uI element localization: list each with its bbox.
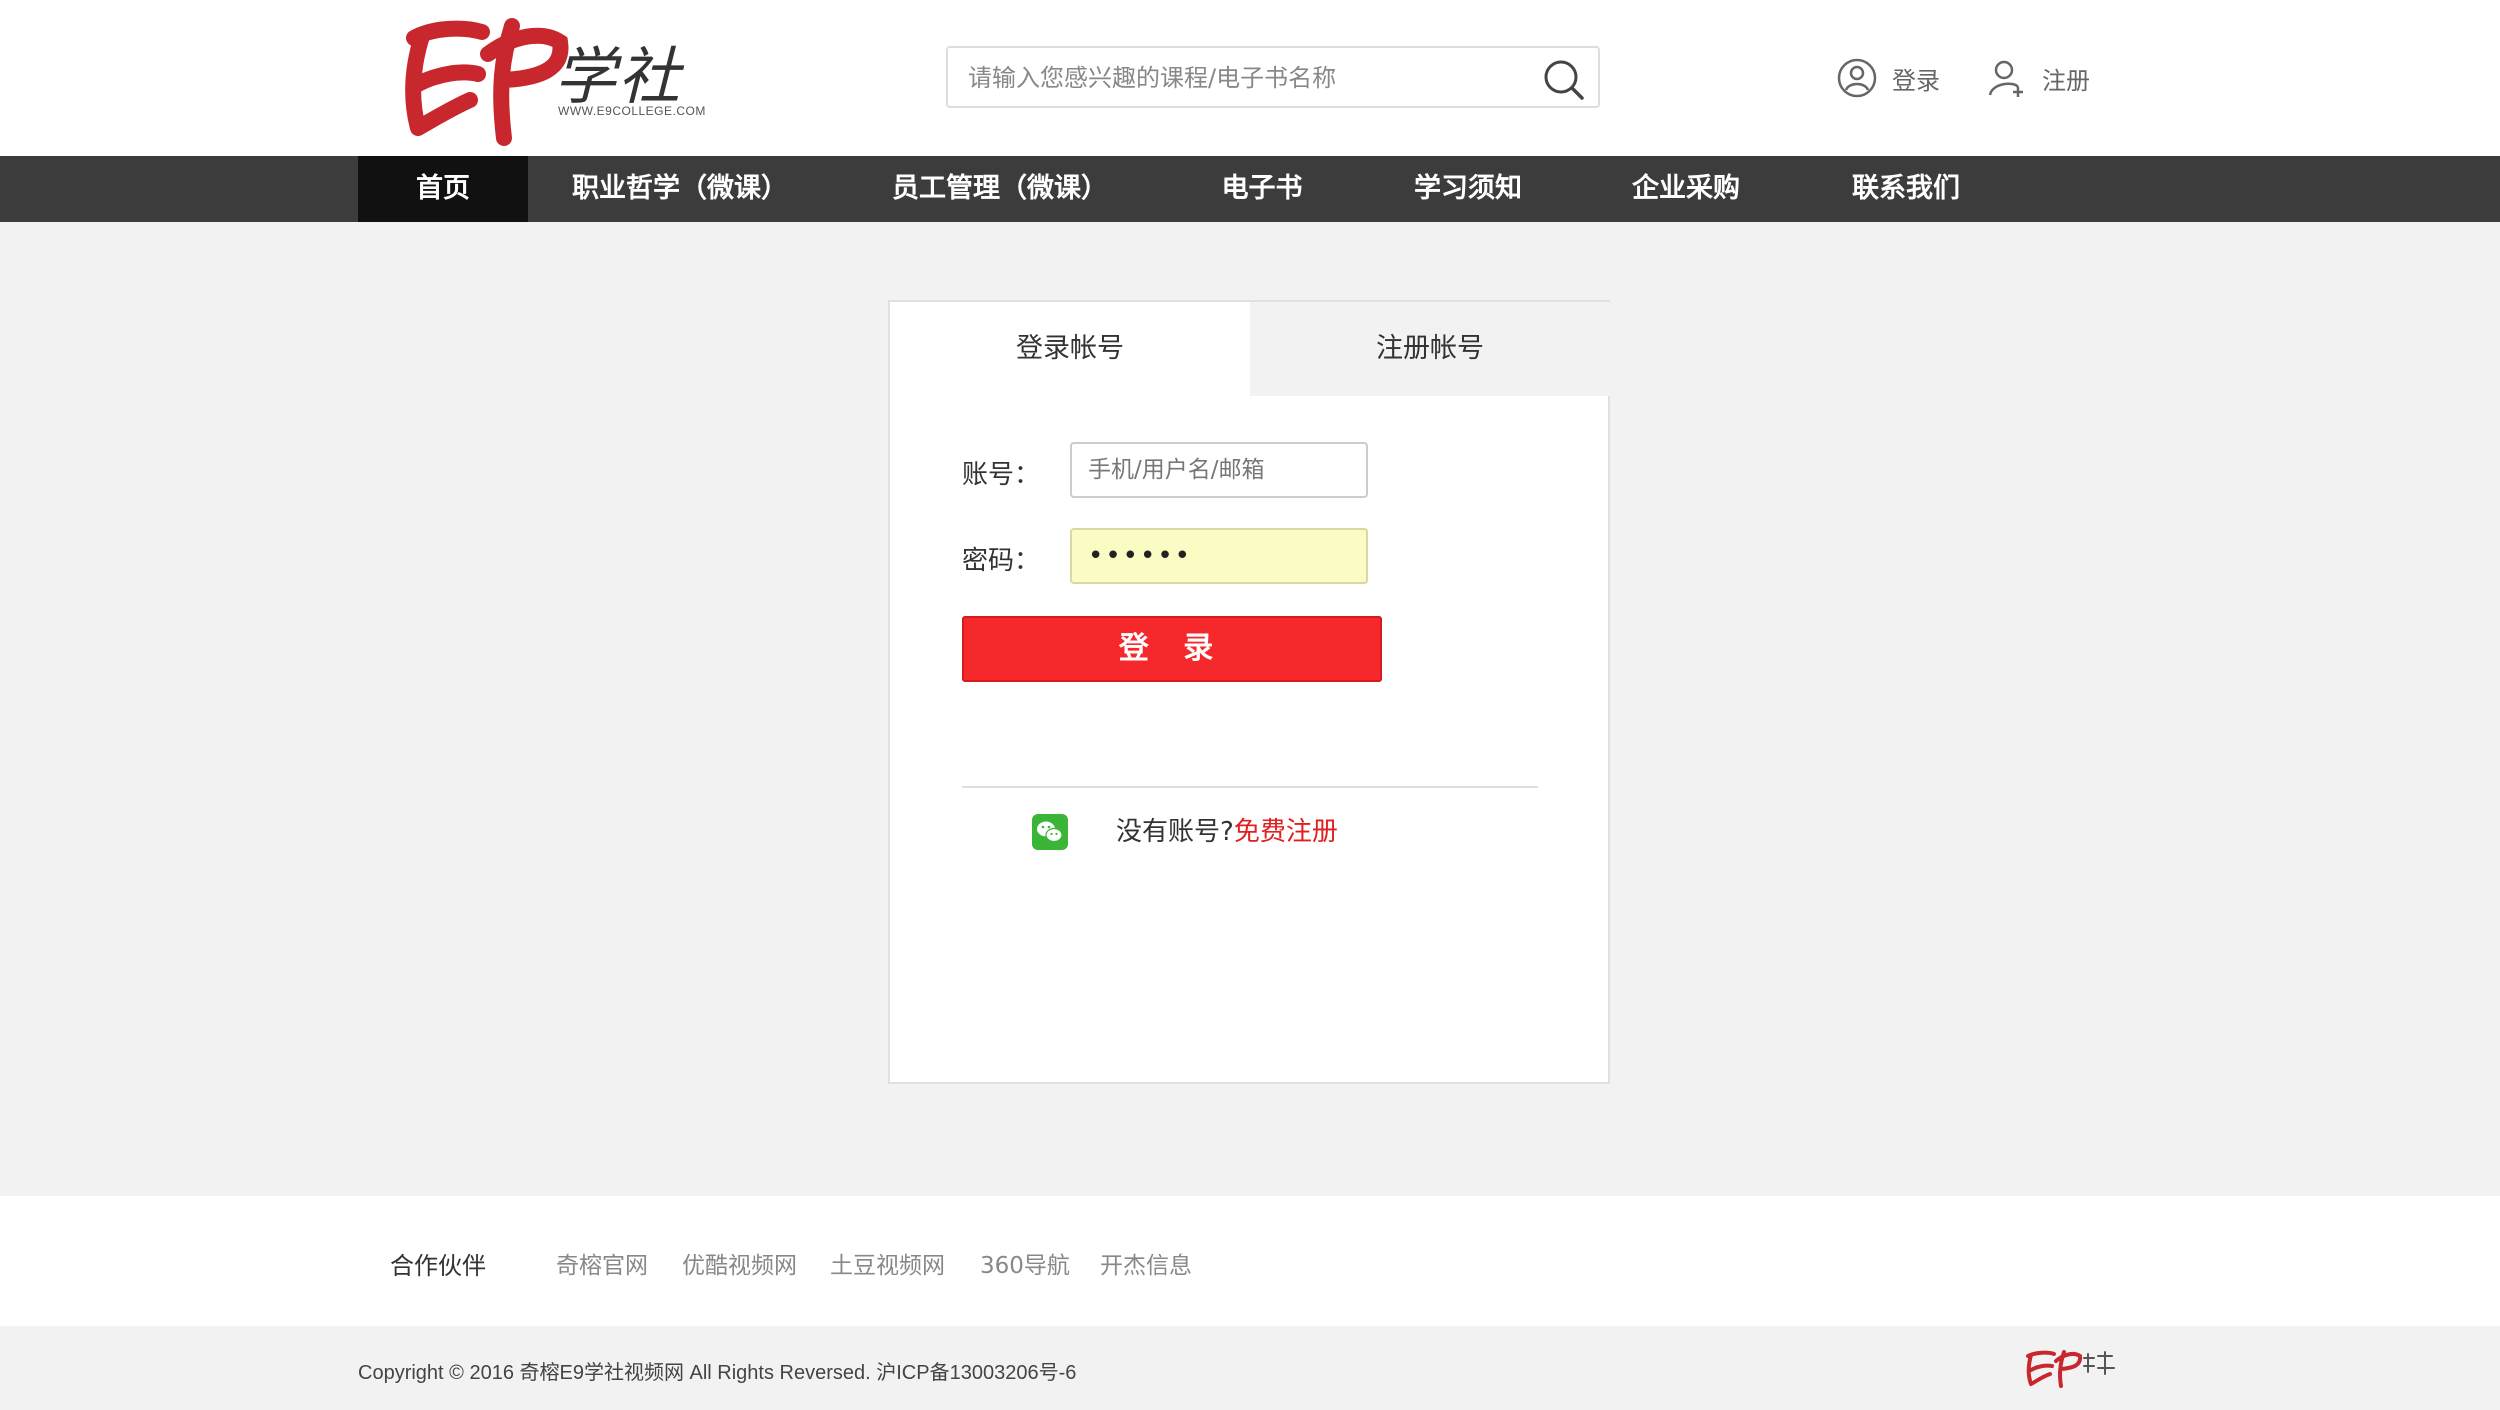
nav-item-career-philosophy[interactable]: 职业哲学（微课） bbox=[560, 156, 800, 222]
search-icon[interactable] bbox=[1542, 58, 1584, 100]
copyright-text: Copyright © 2016 奇榕E9学社视频网 All Rights Re… bbox=[358, 1362, 1077, 1384]
nav-item-contact-us[interactable]: 联系我们 bbox=[1838, 156, 1974, 222]
logo-e9-mark bbox=[405, 18, 569, 146]
partner-link-youku[interactable]: 优酷视频网 bbox=[682, 1246, 797, 1280]
search-input[interactable] bbox=[966, 58, 1530, 98]
free-register-link[interactable]: 免费注册 bbox=[1234, 817, 1338, 847]
password-field[interactable] bbox=[1070, 528, 1368, 584]
partner-link-tudou[interactable]: 土豆视频网 bbox=[830, 1246, 945, 1280]
footer-logo bbox=[2026, 1350, 2115, 1388]
header-login-label: 登录 bbox=[1892, 66, 1940, 95]
login-button[interactable]: 登 录 bbox=[962, 616, 1382, 682]
partners-bar: 合作伙伴 奇榕官网 优酷视频网 土豆视频网 360导航 开杰信息 bbox=[0, 1196, 2500, 1326]
partner-link-qirong[interactable]: 奇榕官网 bbox=[556, 1246, 648, 1280]
user-circle-icon bbox=[1837, 58, 1877, 98]
account-label: 账号： bbox=[962, 460, 1041, 490]
partner-link-kaijie[interactable]: 开杰信息 bbox=[1100, 1246, 1192, 1280]
wechat-icon[interactable] bbox=[1032, 814, 1068, 850]
logo-url: WWW.E9COLLEGE.COM bbox=[558, 104, 706, 118]
partners-title: 合作伙伴 bbox=[390, 1252, 486, 1280]
divider bbox=[962, 786, 1538, 788]
header: 学社 WWW.E9COLLEGE.COM 登录 注册 bbox=[0, 0, 2500, 156]
nav-item-study-notes[interactable]: 学习须知 bbox=[1400, 156, 1536, 222]
tab-register-account[interactable]: 注册帐号 bbox=[1250, 302, 1610, 396]
nav-item-enterprise-purchase[interactable]: 企业采购 bbox=[1618, 156, 1754, 222]
header-login-link[interactable]: 登录 bbox=[1836, 58, 1940, 98]
password-label: 密码： bbox=[962, 546, 1041, 576]
tab-login-account[interactable]: 登录帐号 bbox=[890, 302, 1250, 396]
header-register-link[interactable]: 注册 bbox=[1986, 58, 2090, 98]
no-account-text: 没有账号? bbox=[1116, 817, 1234, 847]
site-logo[interactable]: 学社 WWW.E9COLLEGE.COM bbox=[392, 8, 712, 148]
login-card: 登录帐号 注册帐号 账号： 密码： 登 录 没有账号?免费注册 bbox=[888, 300, 1610, 1084]
nav-item-staff-management[interactable]: 员工管理（微课） bbox=[880, 156, 1120, 222]
footer: Copyright © 2016 奇榕E9学社视频网 All Rights Re… bbox=[0, 1326, 2500, 1410]
logo-text: 学社 bbox=[554, 40, 683, 113]
search-box bbox=[946, 46, 1600, 108]
account-field[interactable] bbox=[1070, 442, 1368, 498]
partner-link-360[interactable]: 360导航 bbox=[980, 1246, 1070, 1280]
nav-item-ebooks[interactable]: 电子书 bbox=[1200, 156, 1324, 222]
nav-item-home[interactable]: 首页 bbox=[358, 156, 528, 222]
add-user-icon bbox=[1988, 60, 2023, 97]
no-account-prompt: 没有账号?免费注册 bbox=[1116, 814, 1338, 850]
main-nav: 首页 职业哲学（微课） 员工管理（微课） 电子书 学习须知 企业采购 联系我们 bbox=[0, 156, 2500, 222]
header-register-label: 注册 bbox=[2042, 66, 2090, 95]
